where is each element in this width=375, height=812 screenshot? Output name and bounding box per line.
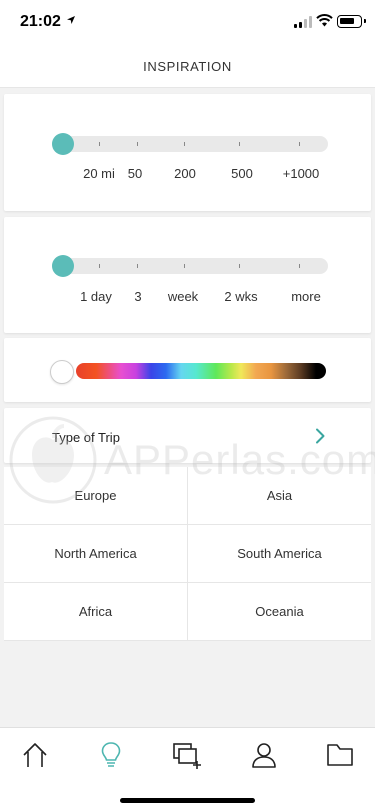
battery-icon (337, 15, 366, 28)
type-of-trip-row[interactable]: Type of Trip (4, 408, 371, 463)
distance-tick (239, 142, 240, 146)
region-europe[interactable]: Europe (4, 467, 187, 524)
region-oceania[interactable]: Oceania (188, 583, 371, 640)
header: INSPIRATION (0, 44, 375, 88)
profile-icon[interactable] (249, 741, 279, 769)
status-time: 21:02 (20, 13, 61, 30)
wifi-icon (316, 14, 333, 27)
distance-tick (137, 142, 138, 146)
location-arrow-icon (67, 16, 75, 24)
duration-label: week (167, 289, 199, 304)
distance-slider-thumb[interactable] (52, 133, 74, 155)
duration-slider-track[interactable] (52, 258, 328, 274)
duration-label: 3 (134, 289, 142, 304)
duration-tick (184, 264, 185, 268)
page-title: INSPIRATION (143, 59, 232, 74)
lightbulb-icon[interactable] (96, 741, 126, 769)
region-grid: Europe Asia North America South America … (4, 467, 371, 641)
color-slider-thumb[interactable] (50, 360, 74, 384)
type-of-trip-label: Type of Trip (52, 430, 120, 445)
duration-label: 1 day (80, 289, 112, 304)
duration-card: 1 day 3 week 2 wks more (4, 217, 371, 333)
distance-label: 20 mi (83, 166, 115, 181)
duration-tick (299, 264, 300, 268)
duration-tick (137, 264, 138, 268)
distance-card: 20 mi 50 200 500 +1000 (4, 94, 371, 211)
distance-slider-track[interactable] (52, 136, 328, 152)
region-asia[interactable]: Asia (188, 467, 371, 524)
duration-tick (99, 264, 100, 268)
region-north-america[interactable]: North America (4, 525, 187, 582)
folder-icon[interactable] (325, 741, 355, 769)
region-africa[interactable]: Africa (4, 583, 187, 640)
distance-label: 50 (127, 166, 143, 181)
status-bar: 21:02 (0, 0, 375, 44)
cellular-signal-icon (294, 16, 312, 28)
distance-label: 500 (231, 166, 253, 181)
duration-label: more (291, 289, 321, 304)
duration-label: 2 wks (224, 289, 258, 304)
color-card (4, 338, 371, 402)
distance-tick (184, 142, 185, 146)
color-spectrum-slider[interactable] (76, 363, 326, 379)
region-south-america[interactable]: South America (188, 525, 371, 582)
distance-label: 200 (174, 166, 196, 181)
add-collection-icon[interactable] (172, 741, 204, 769)
duration-tick (239, 264, 240, 268)
home-icon[interactable] (20, 741, 50, 769)
home-indicator (120, 798, 255, 803)
distance-tick (99, 142, 100, 146)
duration-slider-thumb[interactable] (52, 255, 74, 277)
distance-tick (299, 142, 300, 146)
chevron-right-icon (316, 428, 325, 444)
distance-label: +1000 (282, 166, 320, 181)
